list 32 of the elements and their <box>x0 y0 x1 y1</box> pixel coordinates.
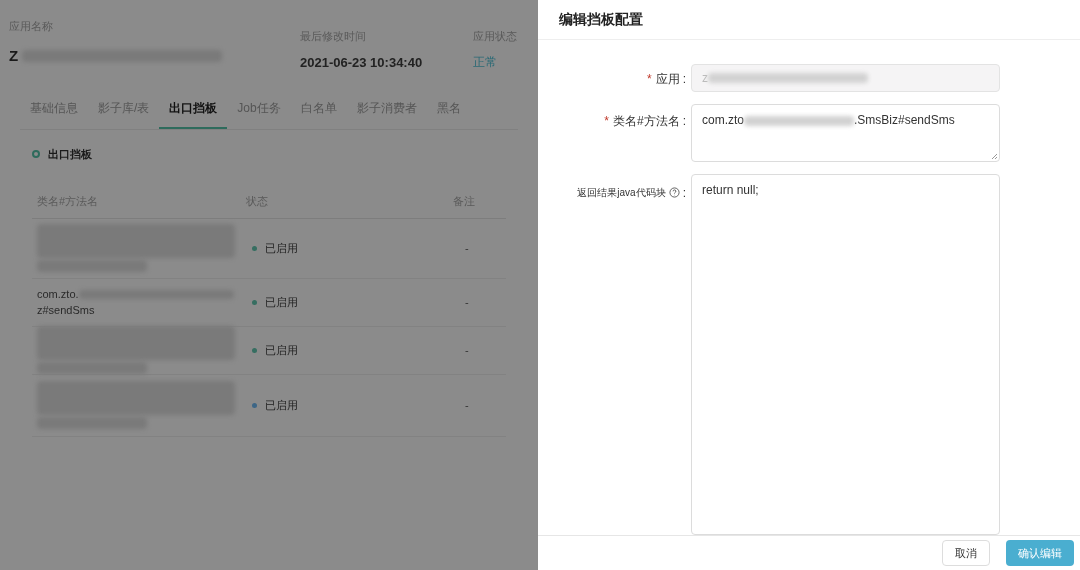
help-icon[interactable] <box>668 187 680 199</box>
table-cell-text: - <box>464 397 469 413</box>
table-cell-text: - <box>464 294 469 310</box>
textarea-field[interactable]: com.zto .SmsBiz#sendSms <box>691 103 1000 162</box>
field-value: .SmsBiz#sendSms <box>854 112 955 127</box>
app-status: 正常 <box>473 53 498 71</box>
modified-time: 2021-06-23 10:34:40 <box>300 53 424 72</box>
app-name: Z <box>9 45 19 66</box>
table-cell-text: com.zto. <box>37 287 79 302</box>
tab[interactable]: 出口挡板 <box>159 99 228 129</box>
table-cell-text: z#sendSms <box>37 303 96 318</box>
label-colon: : <box>682 70 686 88</box>
drawer-title: 编辑挡板配置 <box>559 9 643 29</box>
table-cell-text: 已启用 <box>265 342 298 358</box>
field-value: com.zto <box>702 112 744 127</box>
label-colon: : <box>682 184 686 202</box>
field-value: z <box>702 69 708 87</box>
resize-grip-icon <box>991 152 998 160</box>
section-title: 出口挡板 <box>48 147 92 162</box>
field-label: 返回结果java代码块 <box>577 186 666 201</box>
code-editor[interactable]: return null; <box>691 173 1000 535</box>
table-cell-text: - <box>464 240 469 256</box>
field-label: * 应用 <box>647 70 680 88</box>
label-colon: : <box>682 112 686 130</box>
cancel-button[interactable]: 取消 <box>942 539 990 566</box>
code-text: return null; <box>702 182 759 197</box>
table-cell-text: 已启用 <box>265 397 298 413</box>
table-cell-text: 已启用 <box>265 240 298 256</box>
table-cell-text: 已启用 <box>265 294 298 310</box>
field-label: * 类名#方法名 <box>604 112 680 130</box>
confirm-button[interactable]: 确认编辑 <box>1006 539 1074 566</box>
table-cell-text: - <box>464 342 469 358</box>
